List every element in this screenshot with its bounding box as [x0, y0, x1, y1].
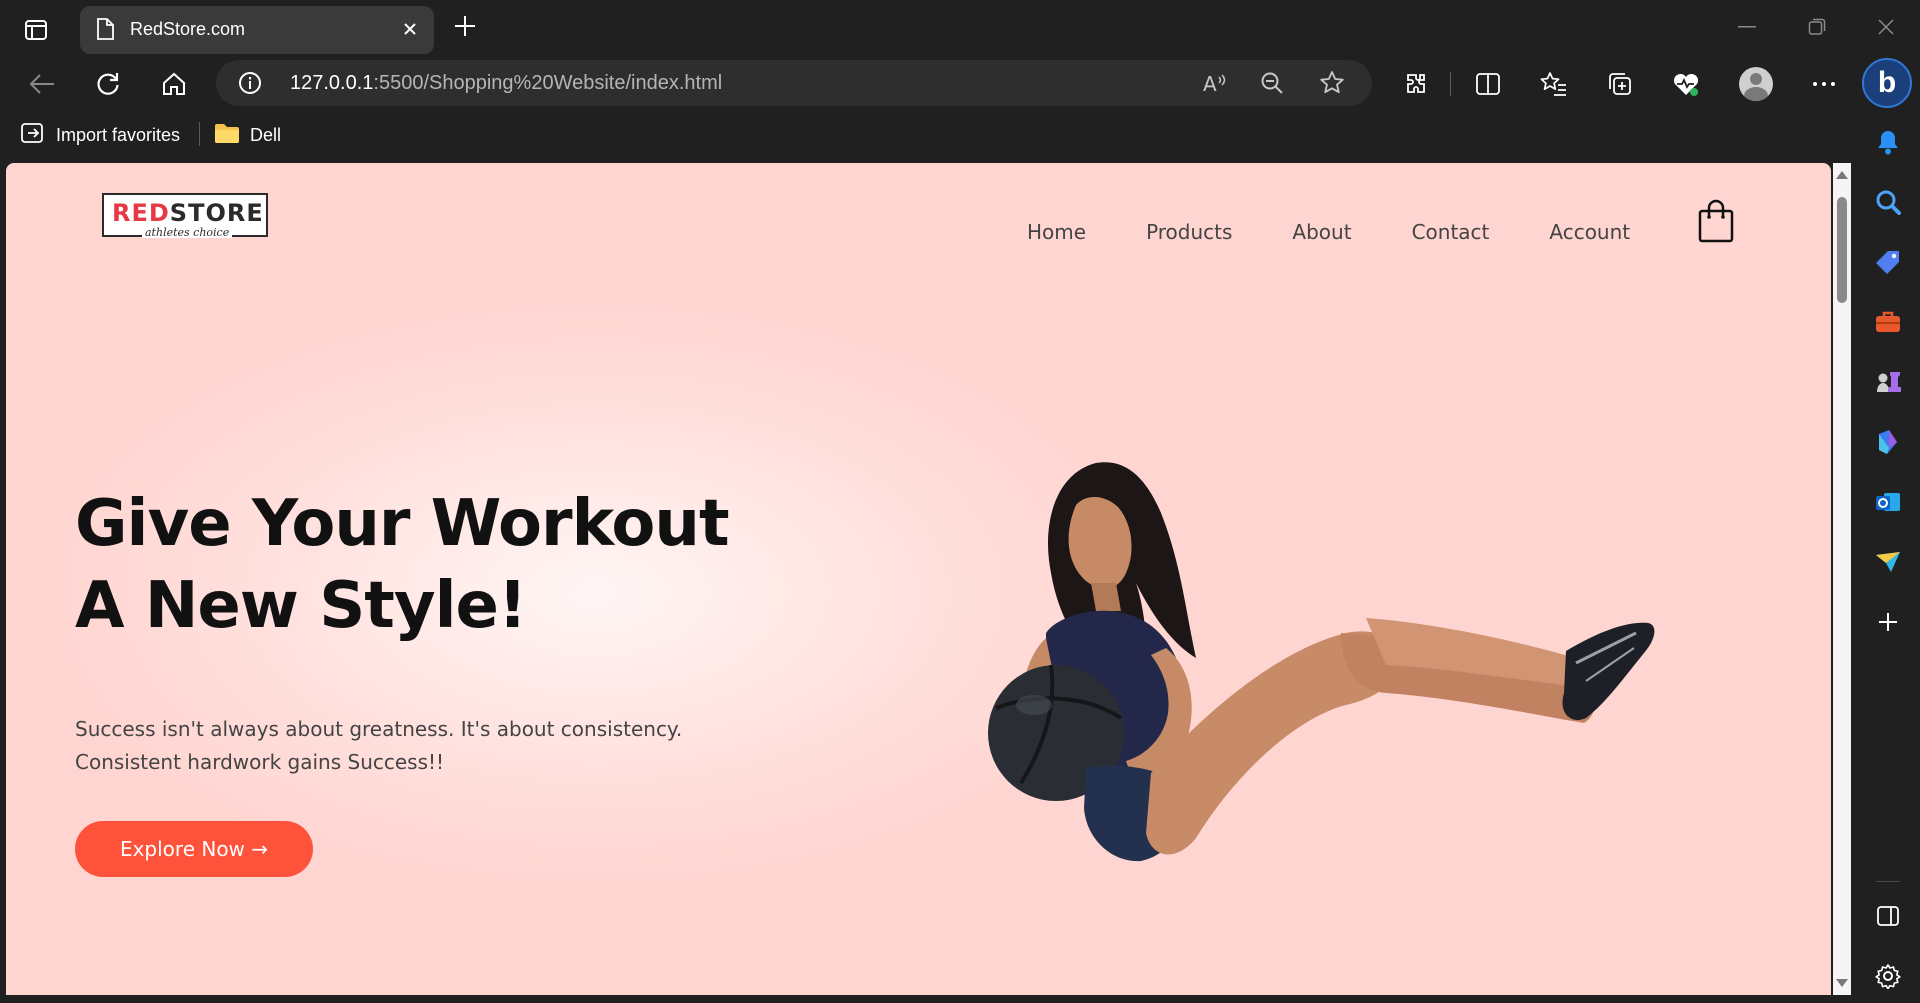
dell-folder-link[interactable]: Dell	[214, 122, 281, 149]
browser-essentials-icon[interactable]	[1666, 64, 1706, 104]
favorites-icon[interactable]	[1534, 64, 1574, 104]
hero-athlete-image	[988, 462, 1655, 862]
scroll-up-icon[interactable]	[1836, 171, 1848, 179]
nav-about[interactable]: About	[1292, 220, 1351, 244]
copilot-icon[interactable]: b	[1862, 58, 1912, 108]
tools-briefcase-icon[interactable]	[1870, 304, 1906, 340]
read-aloud-icon[interactable]: A	[1198, 68, 1230, 98]
refresh-icon[interactable]	[88, 64, 128, 104]
scrollbar-thumb[interactable]	[1837, 197, 1847, 303]
import-favorites-label: Import favorites	[56, 125, 181, 145]
avatar	[1739, 67, 1773, 101]
toolbar-divider	[1450, 72, 1451, 96]
cart-bag-icon[interactable]	[1698, 199, 1734, 248]
hero-text-line-1: Success isn't always about greatness. It…	[75, 717, 683, 741]
url-path: :5500/Shopping%20Website/index.html	[373, 72, 723, 94]
close-tab-icon[interactable]	[400, 19, 420, 44]
browser-chrome: RedStore.com 127.0.0.1:5500/Shopping%20W…	[0, 0, 1920, 163]
nav-products[interactable]: Products	[1146, 220, 1232, 244]
nav-home[interactable]: Home	[1027, 220, 1086, 244]
nav-contact[interactable]: Contact	[1412, 220, 1490, 244]
explore-now-button[interactable]: Explore Now →	[75, 821, 313, 877]
hero-text-line-2: Consistent hardwork gains Success!!	[75, 750, 445, 774]
address-bar[interactable]: 127.0.0.1:5500/Shopping%20Website/index.…	[216, 60, 1372, 106]
extensions-icon[interactable]	[1396, 64, 1436, 104]
split-screen-icon[interactable]	[1468, 64, 1508, 104]
main-nav: Home Products About Contact Account	[1027, 220, 1630, 244]
favorite-star-icon[interactable]	[1316, 68, 1348, 98]
shopping-tag-icon[interactable]	[1870, 244, 1906, 280]
hero-title-line-1: Give Your Workout	[75, 487, 730, 561]
collections-icon[interactable]	[1600, 64, 1640, 104]
games-chess-icon[interactable]	[1870, 364, 1906, 400]
zoom-out-icon[interactable]	[1256, 68, 1288, 98]
outlook-icon[interactable]	[1870, 484, 1906, 520]
hero-description: Success isn't always about greatness. It…	[75, 713, 682, 779]
page-scrollbar[interactable]	[1833, 163, 1851, 995]
hide-sidebar-icon[interactable]	[1870, 898, 1906, 934]
logo-red-part: RED	[112, 199, 170, 227]
logo-wordmark: REDSTORE	[112, 199, 264, 227]
site-info-icon[interactable]	[238, 71, 262, 100]
svg-text:A: A	[1203, 72, 1217, 95]
url-host: 127.0.0.1	[290, 72, 374, 94]
logo-store-part: STORE	[169, 199, 264, 227]
window-close-icon[interactable]	[1866, 12, 1906, 42]
import-favorites-link[interactable]: Import favorites	[20, 122, 180, 149]
new-tab-icon[interactable]	[452, 13, 478, 44]
settings-gear-icon[interactable]	[1870, 958, 1906, 994]
favorites-divider	[199, 122, 200, 146]
copilot-sidebar-icon[interactable]	[1870, 424, 1906, 460]
dell-folder-label: Dell	[250, 125, 282, 145]
logo-tagline: athletes choice	[142, 227, 233, 238]
folder-icon	[214, 122, 240, 149]
more-menu-icon[interactable]	[1804, 64, 1844, 104]
browser-tab[interactable]: RedStore.com	[80, 6, 434, 54]
tab-title: RedStore.com	[130, 19, 246, 39]
edge-sidebar	[1856, 110, 1920, 1003]
redstore-logo[interactable]: REDSTORE athletes choice	[102, 193, 268, 238]
notifications-bell-icon[interactable]	[1870, 124, 1906, 160]
scroll-down-icon[interactable]	[1836, 979, 1848, 987]
nav-account[interactable]: Account	[1549, 220, 1630, 244]
hero-title: Give Your Workout A New Style!	[75, 483, 730, 647]
minimize-icon[interactable]	[1727, 12, 1767, 42]
home-icon[interactable]	[154, 64, 194, 104]
url-text: 127.0.0.1:5500/Shopping%20Website/index.…	[290, 72, 722, 95]
back-icon[interactable]	[22, 64, 62, 104]
profile-icon[interactable]	[1736, 64, 1776, 104]
add-sidebar-app-icon[interactable]	[1870, 604, 1906, 640]
hero-title-line-2: A New Style!	[75, 569, 527, 643]
sidebar-divider	[1876, 881, 1900, 882]
import-favorites-icon	[20, 122, 46, 149]
page-viewport: REDSTORE athletes choice Home Products A…	[6, 163, 1831, 995]
tab-actions-icon[interactable]	[18, 14, 54, 46]
page-icon	[96, 18, 114, 45]
restore-icon[interactable]	[1797, 12, 1837, 42]
send-telegram-icon[interactable]	[1870, 544, 1906, 580]
copilot-label: b	[1877, 66, 1897, 99]
search-icon[interactable]	[1870, 184, 1906, 220]
